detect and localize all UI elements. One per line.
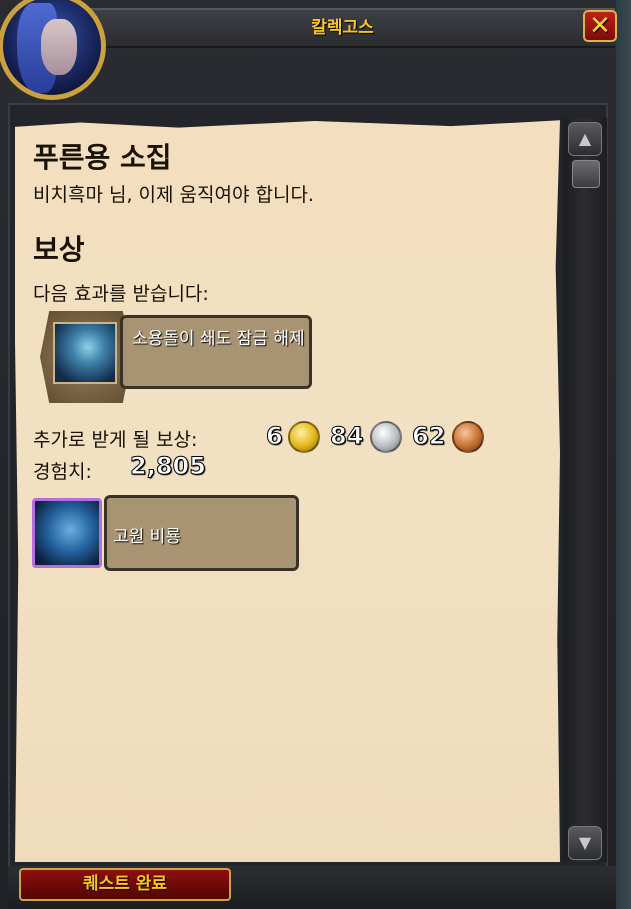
portrait-face (41, 19, 77, 75)
receive-text: 다음 효과를 받습니다: (33, 283, 209, 305)
scroll-up-button[interactable]: ▲ (568, 122, 602, 156)
silver-amount: 84 (329, 422, 364, 451)
scrollbar-thumb[interactable] (572, 160, 600, 188)
parchment-panel (15, 120, 560, 862)
scroll-down-button[interactable]: ▼ (568, 826, 602, 860)
copper-coin-icon (452, 421, 484, 453)
drake-mount-icon[interactable] (32, 498, 102, 568)
spell-reward-name: 소용돌이 쇄도 잠금 해제 (132, 329, 305, 349)
xp-value: 2,805 (130, 452, 207, 481)
scrollbar-track[interactable] (563, 118, 607, 862)
title-bar: 칼렉고스 (70, 8, 615, 48)
gold-coin-icon (288, 421, 320, 453)
window-title: 칼렉고스 (311, 18, 374, 38)
item-reward-name: 고원 비룡 (113, 527, 181, 547)
quest-title: 푸른용 소집 (33, 141, 172, 174)
quest-description: 비치흑마 님, 이제 움직여야 합니다. (33, 184, 314, 206)
money-label: 추가로 받게 될 보상: (33, 429, 198, 451)
rewards-heading: 보상 (33, 233, 85, 266)
copper-amount: 62 (411, 422, 446, 451)
gold-amount: 6 (266, 422, 284, 451)
vortex-spell-icon[interactable] (53, 322, 117, 384)
silver-coin-icon (370, 421, 402, 453)
spell-reward-box[interactable] (120, 315, 312, 389)
close-button[interactable]: ✕ (583, 10, 617, 42)
background-edge (616, 0, 631, 909)
xp-label: 경험치: (33, 461, 92, 483)
complete-quest-button[interactable]: 퀘스트 완료 (19, 868, 231, 901)
